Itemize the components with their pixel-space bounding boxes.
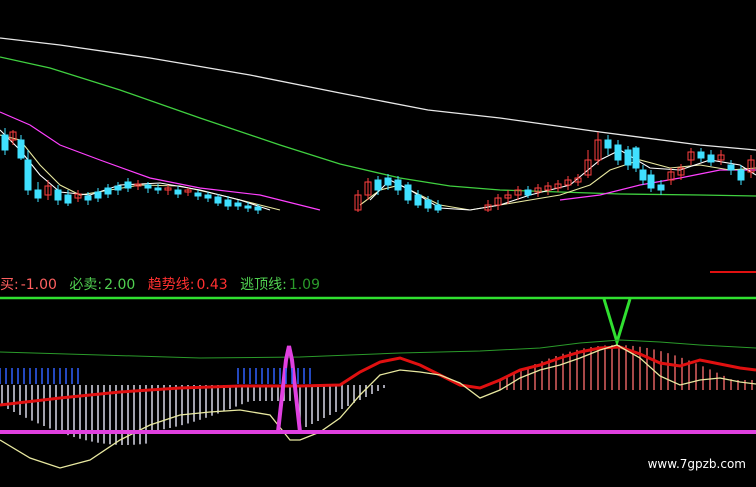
histogram-bars <box>1 345 753 445</box>
candle-body <box>394 179 402 191</box>
buy-spike <box>276 345 302 433</box>
candle-body <box>632 147 640 169</box>
candle-body <box>17 139 25 159</box>
candle-body <box>54 189 62 201</box>
price-panel <box>0 37 756 273</box>
candle-body <box>34 189 42 199</box>
candle-body <box>84 195 92 201</box>
candle-body <box>244 205 252 209</box>
legend-trend-value: 0.43 <box>196 277 228 293</box>
buy-base-line <box>0 430 756 434</box>
legend-trend-label: 趋势线: <box>147 277 195 293</box>
candle-body <box>434 204 442 211</box>
candle-body <box>414 194 422 206</box>
watermark-text: www.7gpzb.com <box>647 457 746 471</box>
candle-body <box>114 185 122 191</box>
candle-body <box>144 184 152 189</box>
legend-top-value: 1.09 <box>288 277 320 293</box>
candle-body <box>234 202 242 207</box>
candle-body <box>604 139 612 149</box>
candle-body <box>639 169 647 181</box>
candle-body <box>384 177 392 186</box>
candle-body <box>154 187 162 191</box>
candles-group <box>1 128 755 214</box>
legend-sell-label: 必卖: <box>69 277 103 293</box>
candle-body <box>647 174 655 189</box>
candle-body <box>104 187 112 195</box>
candle-body <box>697 151 705 159</box>
ma-yellow-line <box>0 134 281 211</box>
candle-body <box>204 194 212 199</box>
candle-body <box>64 194 72 204</box>
indicator-panel <box>0 296 756 469</box>
stock-chart-svg <box>0 37 756 469</box>
candle-body <box>224 199 232 207</box>
candle-body <box>94 191 102 199</box>
candle-body <box>124 181 132 189</box>
candle-body <box>214 196 222 204</box>
candle-body <box>657 184 665 191</box>
long-ma-white-line <box>0 37 756 151</box>
candle-body <box>737 169 745 181</box>
legend-sell-value: 2.00 <box>104 277 136 293</box>
candle-body <box>727 164 735 171</box>
candle-body <box>174 189 182 195</box>
candle-body <box>1 134 9 151</box>
candle-body <box>254 206 262 211</box>
chart-stage: { "legend": { "buy_label": "买:", "buy_va… <box>0 0 756 487</box>
legend-top-label: 逃顶线: <box>240 277 287 293</box>
candle-body <box>707 154 715 163</box>
candle-body <box>614 144 622 161</box>
candle-body <box>624 149 632 166</box>
indicator-legend: 买: -1.00 必卖: 2.00 趋势线: 0.43 逃顶线: 1.09 <box>0 274 322 294</box>
candle-body <box>424 199 432 209</box>
legend-buy-label: 买: <box>0 277 19 293</box>
candle-body <box>24 159 32 191</box>
blue-tick-marks <box>0 368 311 384</box>
sell-signal-v <box>602 298 632 348</box>
candle-body <box>374 179 382 191</box>
candle-body <box>524 189 532 196</box>
legend-buy-value: -1.00 <box>20 277 57 293</box>
candle-body <box>194 192 202 197</box>
candle-body <box>404 184 412 201</box>
